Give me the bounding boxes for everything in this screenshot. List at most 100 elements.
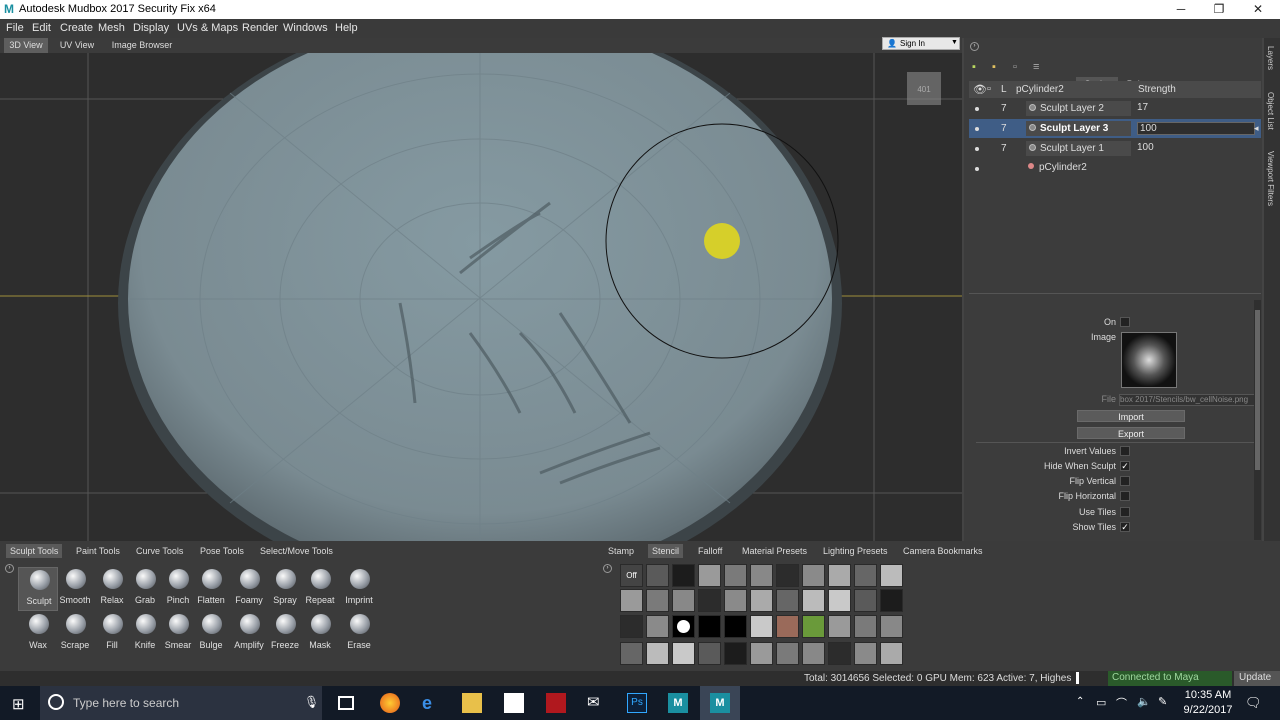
windows-start-icon[interactable]: ⊞ xyxy=(12,695,25,713)
stencil-thumbnail[interactable] xyxy=(750,564,773,587)
stencil-thumbnail[interactable] xyxy=(620,642,643,665)
wifi-icon[interactable]: ⌒ xyxy=(1116,695,1127,711)
firefox-icon[interactable] xyxy=(380,693,400,713)
stencil-thumbnail[interactable] xyxy=(854,589,877,612)
stencil-thumbnail[interactable] xyxy=(672,564,695,587)
stencil-thumbnail[interactable] xyxy=(620,589,643,612)
visibility-icon[interactable] xyxy=(975,127,979,131)
tab-material-presets[interactable]: Material Presets xyxy=(742,546,807,556)
hide-when-sculpt-checkbox[interactable]: ✓ xyxy=(1120,461,1130,471)
stencil-thumbnail[interactable] xyxy=(828,642,851,665)
use-tiles-checkbox[interactable] xyxy=(1120,507,1130,517)
file-explorer-icon[interactable] xyxy=(462,693,482,713)
stencil-thumbnail[interactable] xyxy=(880,589,903,612)
stencil-thumbnail[interactable] xyxy=(646,564,669,587)
stencil-thumbnail[interactable] xyxy=(698,589,721,612)
task-view-icon[interactable] xyxy=(338,696,354,710)
side-tab-layers[interactable]: Layers xyxy=(1266,46,1275,70)
layer-name[interactable]: Sculpt Layer 1 xyxy=(1026,141,1131,156)
stencil-thumbnail[interactable] xyxy=(854,642,877,665)
clock-time[interactable]: 10:35 AM xyxy=(1183,689,1233,701)
delete-layer-icon[interactable]: ▫ xyxy=(1013,61,1017,73)
stencil-thumbnail[interactable] xyxy=(880,564,903,587)
stencil-thumbnail[interactable] xyxy=(620,615,643,638)
stencil-thumbnail[interactable] xyxy=(672,589,695,612)
stencil-thumbnail[interactable] xyxy=(750,589,773,612)
file-path-field[interactable]: box 2017/Stencils/bw_cellNoise.png xyxy=(1119,394,1259,406)
stencil-off-button[interactable]: Off xyxy=(620,564,643,587)
stencil-thumbnail[interactable] xyxy=(880,615,903,638)
stencil-thumbnail[interactable] xyxy=(672,615,695,638)
stencil-thumbnail[interactable] xyxy=(724,564,747,587)
stencil-thumbnail[interactable] xyxy=(776,615,799,638)
visibility-icon[interactable] xyxy=(975,107,979,111)
close-button[interactable]: ✕ xyxy=(1243,2,1273,16)
stencil-thumbnail[interactable] xyxy=(672,642,695,665)
menu-file[interactable]: File xyxy=(6,22,24,34)
export-button[interactable]: Export xyxy=(1077,427,1185,439)
menu-help[interactable]: Help xyxy=(335,22,358,34)
flip-vertical-checkbox[interactable] xyxy=(1120,476,1130,486)
photoshop-icon[interactable]: Ps xyxy=(627,693,647,713)
visibility-icon[interactable] xyxy=(975,167,979,171)
taskbar-search-box[interactable]: Type here to search 🎙 xyxy=(40,686,322,720)
maximize-button[interactable]: ❐ xyxy=(1204,2,1234,16)
tab-stamp[interactable]: Stamp xyxy=(608,546,634,556)
show-tiles-checkbox[interactable]: ✓ xyxy=(1120,522,1130,532)
mail-icon[interactable]: ✉ xyxy=(587,693,607,713)
shelf-options-icon[interactable]: › xyxy=(5,564,14,573)
stencil-thumbnail[interactable] xyxy=(776,642,799,665)
panel-nav-icon[interactable]: › xyxy=(970,42,979,51)
layer-strength-input[interactable]: 100 xyxy=(1137,122,1255,135)
minimize-button[interactable]: ─ xyxy=(1166,2,1196,16)
tab-curve-tools[interactable]: Curve Tools xyxy=(136,546,183,556)
tab-paint-tools[interactable]: Paint Tools xyxy=(76,546,120,556)
stencil-thumbnail[interactable] xyxy=(828,564,851,587)
menu-uvs-maps[interactable]: UVs & Maps xyxy=(177,22,238,34)
tab-pose-tools[interactable]: Pose Tools xyxy=(200,546,244,556)
store-icon[interactable] xyxy=(504,693,524,713)
layer-strength[interactable]: 100 xyxy=(1137,142,1154,153)
side-tab-object-list[interactable]: Object List xyxy=(1266,92,1275,130)
base-object-row[interactable]: pCylinder2 xyxy=(969,159,1261,178)
tray-chevron-icon[interactable]: ⌃ xyxy=(1076,696,1084,707)
stencil-thumbnail[interactable] xyxy=(776,589,799,612)
stencil-thumbnail[interactable] xyxy=(828,589,851,612)
stencil-thumbnail[interactable] xyxy=(698,642,721,665)
stencil-thumbnail[interactable] xyxy=(802,564,825,587)
stencil-thumbnail[interactable] xyxy=(802,642,825,665)
scrollbar-thumb[interactable] xyxy=(1255,310,1260,470)
maya-icon[interactable]: M xyxy=(668,693,688,713)
tab-lighting-presets[interactable]: Lighting Presets xyxy=(823,546,888,556)
menu-create[interactable]: Create xyxy=(60,22,93,34)
stencil-thumbnail[interactable] xyxy=(724,589,747,612)
visibility-icon[interactable] xyxy=(975,147,979,151)
tab-sculpt-tools[interactable]: Sculpt Tools xyxy=(6,544,63,558)
stencil-thumbnail[interactable] xyxy=(776,564,799,587)
menu-windows[interactable]: Windows xyxy=(283,22,328,34)
tool-imprint[interactable]: Imprint xyxy=(339,567,379,611)
layer-row[interactable]: 7 Sculpt Layer 1 100 xyxy=(969,139,1261,158)
stencil-thumbnail[interactable] xyxy=(698,615,721,638)
sign-in-dropdown[interactable]: 👤 Sign In ▼ xyxy=(882,37,960,50)
notifications-icon[interactable]: 🗨 xyxy=(1245,695,1262,711)
stencil-thumbnail[interactable] xyxy=(750,642,773,665)
menu-display[interactable]: Display xyxy=(133,22,169,34)
layer-options-icon[interactable]: ◂ xyxy=(1254,123,1259,134)
folder-icon[interactable]: ▪ xyxy=(992,61,996,73)
update-button[interactable]: Update xyxy=(1234,671,1280,686)
tool-erase[interactable]: Erase xyxy=(339,612,379,656)
invert-values-checkbox[interactable] xyxy=(1120,446,1130,456)
pen-icon[interactable]: ✎ xyxy=(1158,695,1167,708)
stencil-thumbnail[interactable] xyxy=(724,642,747,665)
stencil-thumbnail[interactable] xyxy=(698,564,721,587)
stencil-thumbnail[interactable] xyxy=(828,615,851,638)
stencil-thumbnail[interactable] xyxy=(802,589,825,612)
stencil-thumbnail[interactable] xyxy=(724,615,747,638)
layer-name[interactable]: Sculpt Layer 2 xyxy=(1026,101,1131,116)
tab-uv-view[interactable]: UV View xyxy=(54,38,100,53)
new-layer-icon[interactable]: ▪ xyxy=(972,61,976,73)
mudbox-taskbar-active[interactable]: M xyxy=(700,686,740,720)
menu-edit[interactable]: Edit xyxy=(32,22,51,34)
tab-image-browser[interactable]: Image Browser xyxy=(106,38,178,53)
